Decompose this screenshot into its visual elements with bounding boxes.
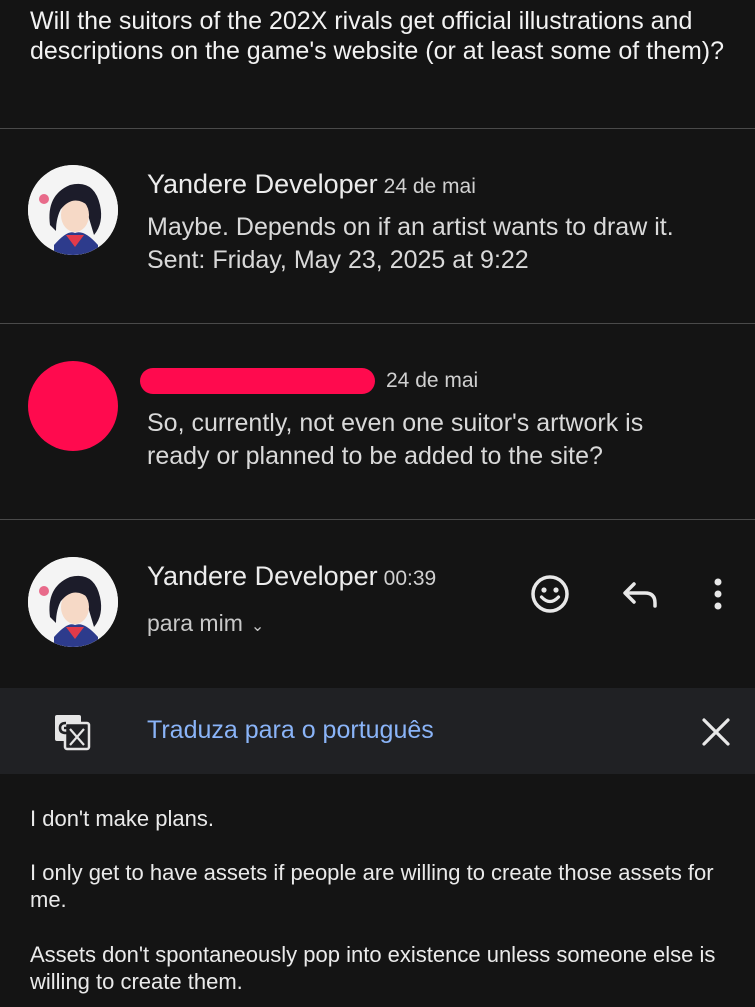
more-options-icon[interactable] (696, 572, 740, 616)
sender-name: Yandere Developer (147, 169, 378, 199)
message-collapsed-2[interactable]: 24 de mai So, currently, not even one su… (0, 323, 755, 518)
emoji-react-icon[interactable] (528, 572, 572, 616)
message-collapsed-1[interactable]: Yandere Developer 24 de mai Maybe. Depend… (0, 128, 755, 323)
avatar[interactable] (28, 165, 118, 255)
body-paragraph: Assets don't spontaneously pop into exis… (30, 942, 716, 994)
message-date: 24 de mai (383, 175, 476, 198)
avatar-redacted[interactable] (28, 361, 118, 451)
sender-line: 24 de mai (386, 369, 478, 393)
message-snippet: So, currently, not even one suitor's art… (147, 409, 644, 470)
body-paragraph: I don't make plans. (30, 806, 214, 831)
chevron-down-icon: ⌄ (250, 618, 265, 635)
message-snippet: Maybe. Depends on if an artist wants to … (147, 213, 674, 274)
translate-icon (52, 712, 92, 752)
translate-bar: Traduza para o português (0, 688, 755, 774)
sender-name: Yandere Developer (147, 561, 378, 591)
reply-icon[interactable] (618, 572, 662, 616)
close-icon[interactable] (696, 712, 736, 752)
quoted-question-text: Will the suitors of the 202X rivals get … (30, 7, 724, 65)
recipient-label: para mim (147, 610, 243, 636)
message-time: 00:39 (383, 567, 437, 590)
avatar[interactable] (28, 557, 118, 647)
divider (0, 519, 755, 520)
recipient-toggle[interactable]: para mim ⌄ (147, 610, 264, 637)
sender-line: Yandere Developer 00:39 (147, 561, 436, 592)
message-date: 24 de mai (386, 369, 479, 392)
translate-link[interactable]: Traduza para o português (147, 716, 434, 745)
redacted-sender-name (140, 368, 375, 394)
sender-line: Yandere Developer 24 de mai (147, 169, 476, 200)
body-paragraph: I only get to have assets if people are … (30, 860, 714, 912)
